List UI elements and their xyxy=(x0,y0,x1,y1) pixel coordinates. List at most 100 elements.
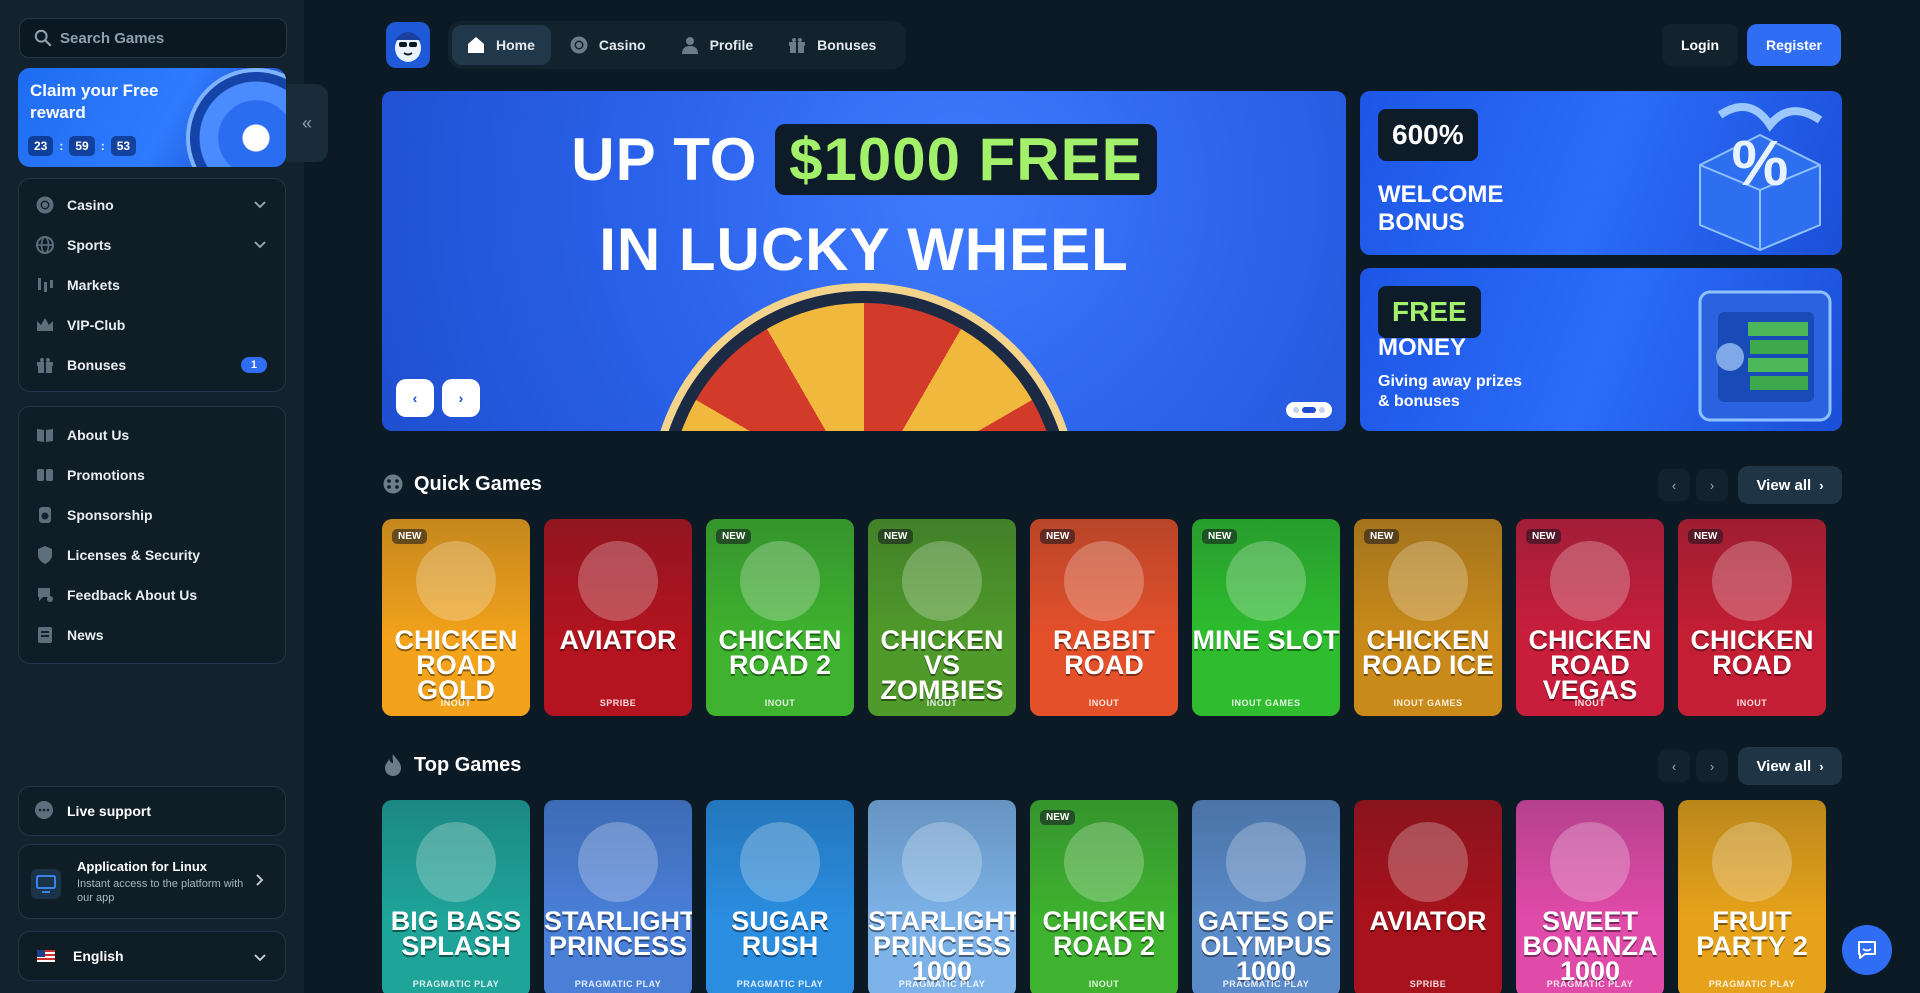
pagination-dot[interactable] xyxy=(1293,407,1299,413)
fire-icon xyxy=(382,753,404,777)
game-card[interactable]: GATES OF OLYMPUS 1000 PRAGMATIC PLAY xyxy=(1192,800,1340,993)
app-description: Instant access to the platform with our … xyxy=(77,878,244,904)
shield-icon xyxy=(35,545,55,565)
timer-hours: 23 xyxy=(28,136,54,156)
reward-wheel-image xyxy=(186,68,286,167)
language-selector[interactable]: English xyxy=(18,931,286,981)
search-input[interactable] xyxy=(60,29,260,47)
globe-icon xyxy=(35,235,55,255)
game-card[interactable]: STARLIGHT PRINCESS PRAGMATIC PLAY xyxy=(544,800,692,993)
game-card[interactable]: NEW CHICKEN ROAD 2 INOUT xyxy=(1030,800,1178,993)
sidebar-item-label: About Us xyxy=(67,427,130,443)
game-card[interactable]: STARLIGHT PRINCESS 1000 PRAGMATIC PLAY xyxy=(868,800,1016,993)
game-card[interactable]: NEW CHICKEN ROAD GOLD INOUT xyxy=(382,519,530,716)
chevron-right-icon: › xyxy=(458,390,464,406)
game-card[interactable]: SUGAR RUSH PRAGMATIC PLAY xyxy=(706,800,854,993)
top-games-prev-button[interactable]: ‹ xyxy=(1658,750,1690,782)
free-reward-banner[interactable]: Claim your Free reward 23 : 59 : 53 xyxy=(18,68,286,167)
sidebar-item-label: Sponsorship xyxy=(67,507,153,523)
game-artwork xyxy=(1388,822,1468,902)
game-artwork xyxy=(740,541,820,621)
sidebar-item-markets[interactable]: Markets xyxy=(19,265,285,305)
game-card[interactable]: NEW CHICKEN ROAD ICE INOUT GAMES xyxy=(1354,519,1502,716)
hero-pagination[interactable] xyxy=(1286,402,1332,418)
view-all-label: View all xyxy=(1756,476,1812,494)
linux-app-banner[interactable]: Application for Linux Instant access to … xyxy=(18,844,286,919)
game-provider: INOUT xyxy=(764,698,796,708)
main-menu: Casino Sports Markets VIP-Club Bonuses 1 xyxy=(18,178,286,392)
sidebar-item-about-us[interactable]: About Us xyxy=(19,415,285,455)
welcome-bonus-card[interactable]: 600% WELCOME BONUS % xyxy=(1360,91,1842,255)
pagination-dot[interactable] xyxy=(1319,407,1325,413)
sidebar-item-casino[interactable]: Casino xyxy=(19,185,285,225)
nav-tab-casino[interactable]: Casino xyxy=(555,25,662,65)
game-card[interactable]: NEW CHICKEN ROAD INOUT xyxy=(1678,519,1826,716)
sidebar-item-sponsorship[interactable]: Sponsorship xyxy=(19,495,285,535)
info-menu: About Us Promotions Sponsorship Licenses… xyxy=(18,406,286,664)
game-title: SUGAR RUSH xyxy=(731,906,829,961)
game-card[interactable]: FRUIT PARTY 2 PRAGMATIC PLAY xyxy=(1678,800,1826,993)
sidebar-item-news[interactable]: News xyxy=(19,615,285,655)
nav-tab-bonuses[interactable]: Bonuses xyxy=(773,25,892,65)
game-provider: PRAGMATIC PLAY xyxy=(736,979,824,989)
search-box[interactable] xyxy=(19,18,287,58)
live-chat-button[interactable] xyxy=(1842,925,1892,975)
sidebar-item-licenses[interactable]: Licenses & Security xyxy=(19,535,285,575)
top-games-row: BIG BASS SPLASH PRAGMATIC PLAY STARLIGHT P… xyxy=(382,800,1842,993)
game-card[interactable]: NEW CHICKEN ROAD 2 INOUT xyxy=(706,519,854,716)
register-button[interactable]: Register xyxy=(1747,24,1841,66)
nav-tab-profile[interactable]: Profile xyxy=(666,25,770,65)
chevron-down-icon xyxy=(253,237,267,254)
section-title: Quick Games xyxy=(414,472,542,495)
quick-games-header: Quick Games xyxy=(382,469,542,499)
live-support-button[interactable]: Live support xyxy=(18,786,286,836)
gift-box-percent-icon: % xyxy=(1699,103,1823,251)
free-money-card[interactable]: FREE MONEY Giving away prizes & bonuses xyxy=(1360,268,1842,431)
hero-banner[interactable]: UP TO $1000 FREE IN LUCKY WHEEL ‹ › xyxy=(382,91,1346,431)
chevron-down-icon xyxy=(253,950,267,967)
login-button[interactable]: Login xyxy=(1662,24,1738,66)
view-all-label: View all xyxy=(1756,757,1812,775)
hero-next-button[interactable]: › xyxy=(442,379,480,417)
game-card[interactable]: AVIATOR SPRIBE xyxy=(1354,800,1502,993)
sidebar-item-vip-club[interactable]: VIP-Club xyxy=(19,305,285,345)
sidebar-item-label: Feedback About Us xyxy=(67,587,198,603)
site-logo[interactable] xyxy=(386,22,430,68)
game-provider: PRAGMATIC PLAY xyxy=(1222,979,1310,989)
sidebar-item-promotions[interactable]: Promotions xyxy=(19,455,285,495)
nav-tab-home[interactable]: Home xyxy=(452,25,551,65)
game-card[interactable]: SWEET BONANZA 1000 PRAGMATIC PLAY xyxy=(1516,800,1664,993)
live-support-label: Live support xyxy=(67,803,152,819)
user-icon xyxy=(680,35,700,55)
quick-games-next-button[interactable]: › xyxy=(1696,469,1728,501)
game-provider: INOUT xyxy=(926,698,958,708)
game-title: AVIATOR xyxy=(559,625,677,655)
top-games-next-button[interactable]: › xyxy=(1696,750,1728,782)
game-provider: INOUT xyxy=(440,698,472,708)
gift-icon xyxy=(787,35,807,55)
sidebar-item-bonuses[interactable]: Bonuses 1 xyxy=(19,345,285,385)
new-badge: NEW xyxy=(1364,529,1400,544)
game-artwork xyxy=(1550,541,1630,621)
quick-games-prev-button[interactable]: ‹ xyxy=(1658,469,1690,501)
sidebar-item-feedback[interactable]: Feedback About Us xyxy=(19,575,285,615)
collapse-sidebar-button[interactable]: « xyxy=(286,84,328,162)
game-card[interactable]: NEW CHICKEN ROAD VEGAS INOUT xyxy=(1516,519,1664,716)
new-badge: NEW xyxy=(1688,529,1724,544)
game-card[interactable]: NEW MINE SLOT INOUT GAMES xyxy=(1192,519,1340,716)
game-card[interactable]: NEW RABBIT ROAD INOUT xyxy=(1030,519,1178,716)
game-card[interactable]: BIG BASS SPLASH PRAGMATIC PLAY xyxy=(382,800,530,993)
game-artwork xyxy=(1550,822,1630,902)
game-artwork xyxy=(740,822,820,902)
pagination-dot-active[interactable] xyxy=(1302,407,1316,413)
top-games-view-all-button[interactable]: View all › xyxy=(1738,747,1842,785)
game-title: CHICKEN ROAD ICE xyxy=(1361,625,1494,680)
app-title: Application for Linux xyxy=(77,859,207,874)
game-card[interactable]: NEW CHICKEN VS ZOMBIES INOUT xyxy=(868,519,1016,716)
hero-prev-button[interactable]: ‹ xyxy=(396,379,434,417)
quick-games-view-all-button[interactable]: View all › xyxy=(1738,466,1842,504)
sidebar-item-sports[interactable]: Sports xyxy=(19,225,285,265)
game-provider: INOUT xyxy=(1736,698,1768,708)
gift-icon xyxy=(35,355,55,375)
game-card[interactable]: AVIATOR SPRIBE xyxy=(544,519,692,716)
